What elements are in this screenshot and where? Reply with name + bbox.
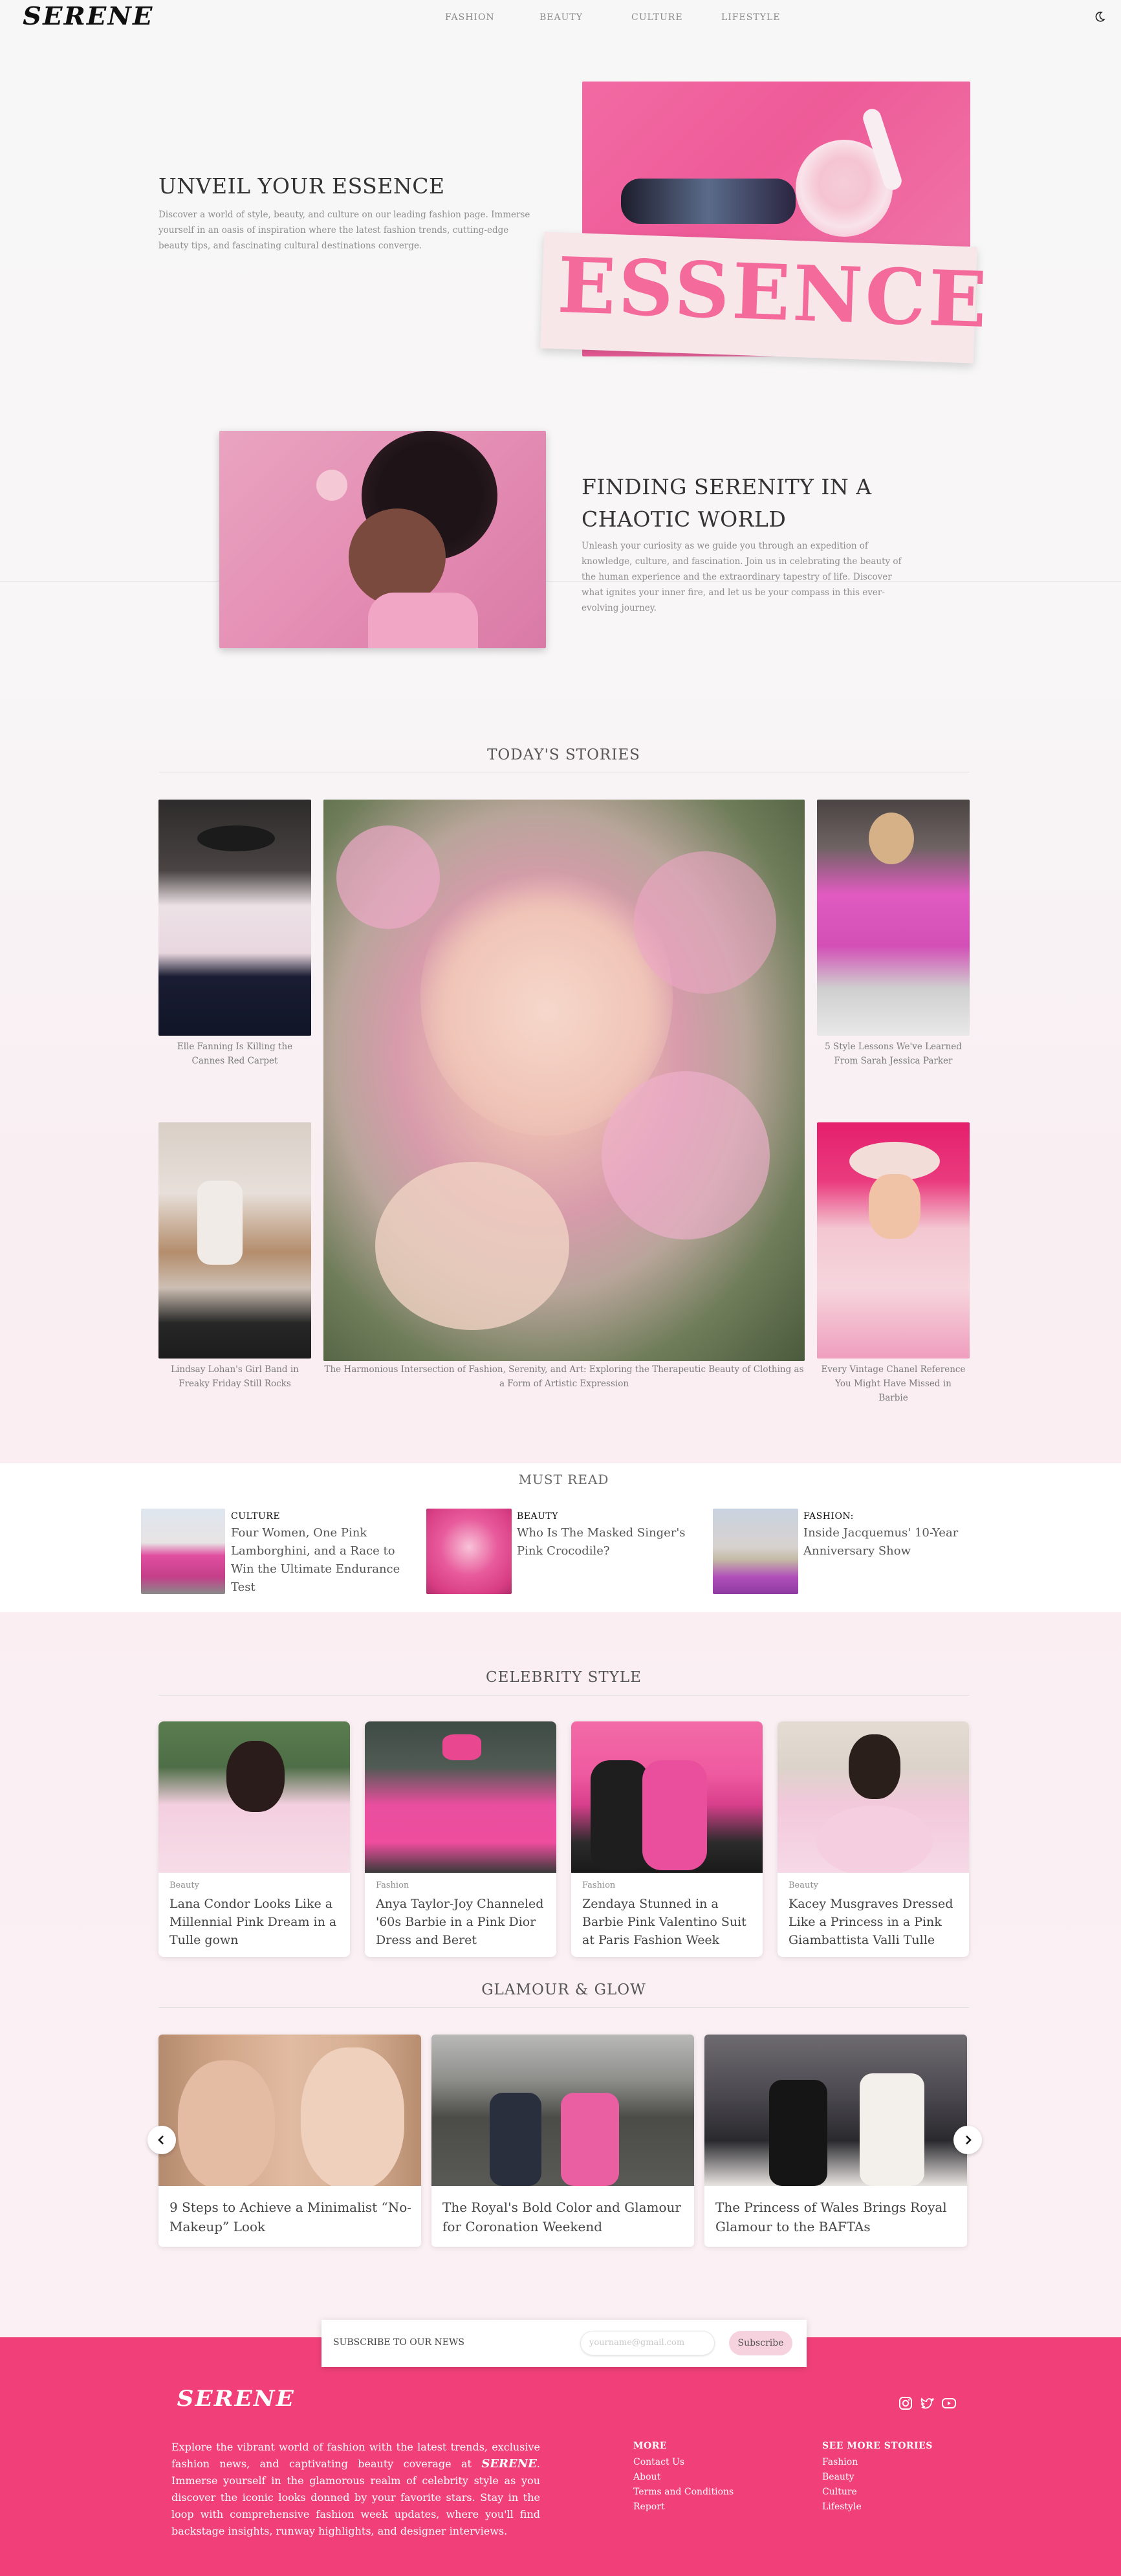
- card-title[interactable]: Lana Condor Looks Like a Millennial Pink…: [169, 1895, 341, 1949]
- card-category: Beauty: [169, 1881, 199, 1890]
- nav-fashion[interactable]: FASHION: [445, 12, 495, 23]
- story-caption[interactable]: Every Vintage Chanel Reference You Might…: [820, 1362, 966, 1405]
- story-caption[interactable]: 5 Style Lessons We've Learned From Sarah…: [820, 1040, 966, 1068]
- celebrity-card[interactable]: Fashion Anya Taylor-Joy Channeled '60s B…: [365, 1721, 556, 1957]
- footer-inline-logo: SERENE: [481, 2457, 537, 2471]
- must-read-category: BEAUTY: [517, 1511, 558, 1522]
- footer-link-lifestyle[interactable]: Lifestyle: [822, 2500, 933, 2515]
- subscribe-label: SUBSCRIBE TO OUR NEWS: [333, 2337, 464, 2348]
- nav-lifestyle[interactable]: LIFESTYLE: [721, 12, 780, 23]
- youtube-icon[interactable]: [941, 2396, 957, 2410]
- card-category: Fashion: [376, 1881, 409, 1890]
- story-caption-feature[interactable]: The Harmonious Intersection of Fashion, …: [323, 1362, 805, 1391]
- must-read-category: FASHION:: [803, 1511, 854, 1522]
- card-title[interactable]: Zendaya Stunned in a Barbie Pink Valenti…: [582, 1895, 754, 1949]
- must-read-headline[interactable]: Four Women, One Pink Lamborghini, and a …: [231, 1524, 419, 1597]
- card-title[interactable]: 9 Steps to Achieve a Minimalist “No-Make…: [169, 2198, 412, 2236]
- story-image-elle[interactable]: [158, 800, 311, 1036]
- footer-logo[interactable]: SERENE: [177, 2386, 295, 2412]
- card-title[interactable]: The Royal's Bold Color and Glamour for C…: [442, 2198, 685, 2236]
- nav-beauty[interactable]: BEAUTY: [539, 12, 583, 23]
- celebrity-card[interactable]: Beauty Lana Condor Looks Like a Millenni…: [158, 1721, 350, 1957]
- footer-link-fashion[interactable]: Fashion: [822, 2455, 933, 2470]
- must-read-category: CULTURE: [231, 1511, 281, 1522]
- card-image: [431, 2035, 694, 2186]
- celebrity-style-title: CELEBRITY STYLE: [486, 1669, 642, 1686]
- footer-more-column: MORE Contact Us About Terms and Conditio…: [633, 2441, 734, 2515]
- card-image: [158, 1721, 350, 1873]
- glamour-card[interactable]: The Royal's Bold Color and Glamour for C…: [431, 2035, 694, 2247]
- card-image: [571, 1721, 763, 1873]
- instagram-icon[interactable]: [898, 2396, 913, 2410]
- footer-more-title: MORE: [633, 2441, 667, 2451]
- site-footer: [0, 2337, 1121, 2576]
- card-image: [704, 2035, 967, 2186]
- story-caption[interactable]: Lindsay Lohan's Girl Band in Freaky Frid…: [162, 1362, 308, 1391]
- carousel-next-button[interactable]: [953, 2126, 982, 2154]
- divider-line: [0, 581, 1121, 582]
- hero-title: UNVEIL YOUR ESSENCE: [158, 173, 445, 199]
- card-title[interactable]: The Princess of Wales Brings Royal Glamo…: [715, 2198, 958, 2236]
- story-caption[interactable]: Elle Fanning Is Killing the Cannes Red C…: [162, 1040, 308, 1068]
- footer-stories-title: SEE MORE STORIES: [822, 2441, 933, 2451]
- celebrity-card[interactable]: Fashion Zendaya Stunned in a Barbie Pink…: [571, 1721, 763, 1957]
- story-image-margot[interactable]: [817, 1122, 970, 1359]
- essence-word: ESSENCE: [556, 239, 991, 345]
- footer-link-contact[interactable]: Contact Us: [633, 2455, 734, 2470]
- footer-link-culture[interactable]: Culture: [822, 2485, 933, 2500]
- chevron-right-icon: [966, 2135, 972, 2145]
- story-image-lindsay[interactable]: [158, 1122, 311, 1359]
- social-icons: [898, 2396, 961, 2410]
- carousel-prev-button[interactable]: [147, 2126, 176, 2154]
- story-image-sjp[interactable]: [817, 800, 970, 1036]
- must-read-image[interactable]: [713, 1509, 798, 1594]
- serenity-image: [219, 431, 546, 648]
- chevron-left-icon: [158, 2135, 164, 2145]
- site-logo[interactable]: SERENE: [23, 1, 153, 30]
- serenity-title: FINDING SERENITY IN A CHAOTIC WORLD: [582, 474, 872, 532]
- todays-stories-title: TODAY'S STORIES: [487, 747, 640, 763]
- footer-link-report[interactable]: Report: [633, 2500, 734, 2515]
- serenity-text: Unleash your curiosity as we guide you t…: [582, 541, 902, 613]
- must-read-image[interactable]: [141, 1509, 225, 1594]
- must-read-title: MUST READ: [518, 1472, 609, 1487]
- footer-stories-column: SEE MORE STORIES Fashion Beauty Culture …: [822, 2441, 933, 2515]
- footer-link-about[interactable]: About: [633, 2470, 734, 2485]
- hero-text: Discover a world of style, beauty, and c…: [158, 210, 530, 251]
- subscribe-button[interactable]: Subscribe: [729, 2331, 792, 2355]
- card-image: [158, 2035, 421, 2186]
- card-image: [778, 1721, 969, 1873]
- celebrity-card[interactable]: Beauty Kacey Musgraves Dressed Like a Pr…: [778, 1721, 969, 1957]
- subscribe-email-input[interactable]: yourname@gmail.com: [580, 2331, 715, 2355]
- glamour-card[interactable]: The Princess of Wales Brings Royal Glamo…: [704, 2035, 967, 2247]
- card-image: [365, 1721, 556, 1873]
- must-read-headline[interactable]: Inside Jacquemus' 10-Year Anniversary Sh…: [803, 1524, 972, 1560]
- section-rule: [158, 1695, 969, 1696]
- footer-link-beauty[interactable]: Beauty: [822, 2470, 933, 2485]
- section-rule: [158, 2007, 969, 2008]
- moon-icon[interactable]: [1093, 10, 1106, 23]
- card-category: Fashion: [582, 1881, 616, 1890]
- card-category: Beauty: [789, 1881, 818, 1890]
- story-image-feature[interactable]: [323, 800, 805, 1361]
- card-title[interactable]: Kacey Musgraves Dressed Like a Princess …: [789, 1895, 960, 1949]
- glamour-card[interactable]: 9 Steps to Achieve a Minimalist “No-Make…: [158, 2035, 421, 2247]
- must-read-image[interactable]: [426, 1509, 512, 1594]
- card-title[interactable]: Anya Taylor-Joy Channeled '60s Barbie in…: [376, 1895, 547, 1949]
- glamour-title: GLAMOUR & GLOW: [481, 1981, 646, 1998]
- must-read-headline[interactable]: Who Is The Masked Singer's Pink Crocodil…: [517, 1524, 691, 1560]
- twitter-icon[interactable]: [920, 2396, 934, 2410]
- footer-link-terms[interactable]: Terms and Conditions: [633, 2485, 734, 2500]
- nav-culture[interactable]: CULTURE: [631, 12, 683, 23]
- footer-description: Explore the vibrant world of fashion wit…: [171, 2441, 540, 2537]
- subscribe-box: SUBSCRIBE TO OUR NEWS yourname@gmail.com…: [321, 2320, 807, 2367]
